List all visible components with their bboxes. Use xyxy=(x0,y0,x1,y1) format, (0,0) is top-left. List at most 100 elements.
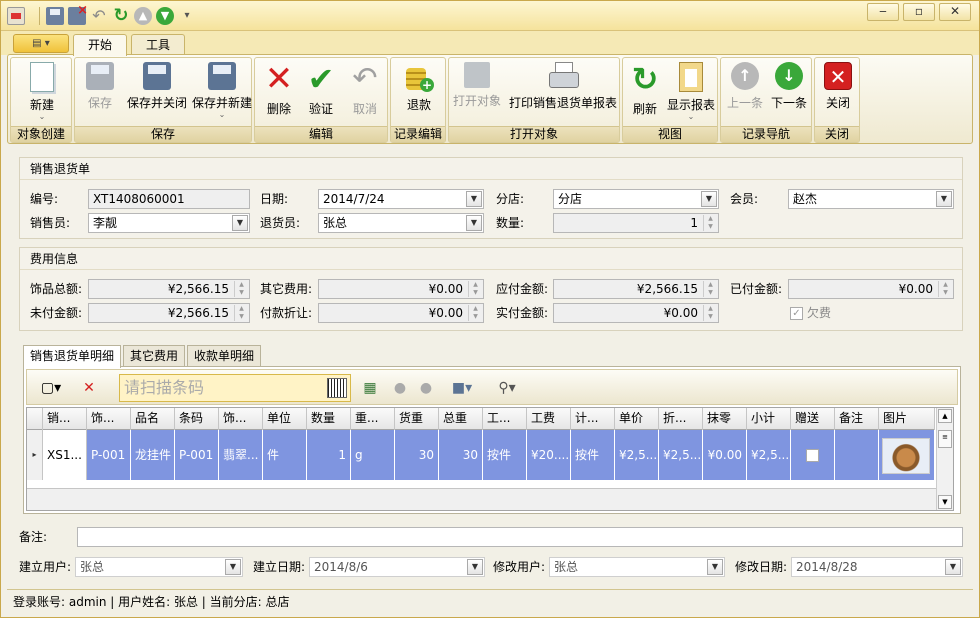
table-cell[interactable]: 1 xyxy=(307,430,351,480)
table-cell[interactable]: XS1... xyxy=(43,430,87,480)
chevron-down-icon[interactable]: ▼ xyxy=(936,191,952,207)
chevron-down-icon[interactable]: ▼ xyxy=(945,559,961,575)
tab-other-fees[interactable]: 其它费用 xyxy=(123,345,186,367)
next-record-button[interactable]: ↓ 下一条 xyxy=(769,62,809,111)
customize-dropdown-icon[interactable]: ▾ xyxy=(178,7,196,25)
qty-field[interactable]: 1 ▲ ▼ xyxy=(553,213,719,233)
refresh-button[interactable]: ↻ 刷新 xyxy=(627,62,663,117)
other-fee-field[interactable]: ¥0.00 ▲ ▼ xyxy=(318,279,484,299)
scroll-down-icon[interactable]: ▼ xyxy=(938,495,952,509)
spin-icon[interactable]: ▲ ▼ xyxy=(468,305,482,321)
spin-icon[interactable]: ▲ ▼ xyxy=(468,281,482,297)
unpaid-field[interactable]: ¥2,566.15 ▲ ▼ xyxy=(88,303,250,323)
table-cell[interactable]: 龙挂件 xyxy=(131,430,175,480)
save-close-icon[interactable] xyxy=(68,3,88,25)
open-object-button[interactable]: 打开对象 xyxy=(451,62,503,109)
payable-field[interactable]: ¥2,566.15 ▲ ▼ xyxy=(553,279,719,299)
scroll-thumb[interactable]: ≡ xyxy=(938,430,952,448)
delete-row-icon[interactable]: ✕ xyxy=(79,378,99,398)
close-button[interactable]: ✕ 关闭 xyxy=(819,62,857,111)
chevron-down-icon[interactable]: ▼ xyxy=(232,215,248,231)
chevron-down-icon[interactable]: ▼ xyxy=(701,191,717,207)
member-select[interactable]: 赵杰 ▼ xyxy=(788,189,954,209)
save-close-button[interactable]: 保存并关闭 xyxy=(125,62,189,111)
column-header[interactable]: 销... xyxy=(43,408,87,430)
column-header[interactable]: 备注 xyxy=(835,408,879,430)
returner-select[interactable]: 张总 ▼ xyxy=(318,213,484,233)
column-header[interactable]: 总重 xyxy=(439,408,483,430)
maximize-button[interactable]: ▫ xyxy=(903,3,935,21)
spin-icon[interactable]: ▲ ▼ xyxy=(938,281,952,297)
table-cell[interactable]: 件 xyxy=(263,430,307,480)
chevron-down-icon[interactable]: ▼ xyxy=(467,559,483,575)
up-arrow-icon[interactable]: ● xyxy=(391,378,409,398)
save-icon[interactable] xyxy=(46,7,64,25)
actual-field[interactable]: ¥0.00 ▲ ▼ xyxy=(553,303,719,323)
barcode-scan-input[interactable]: 请扫描条码 xyxy=(119,374,351,402)
spin-icon[interactable]: ▲ ▼ xyxy=(703,305,717,321)
spin-icon[interactable]: ▲ ▼ xyxy=(703,281,717,297)
down-arrow-icon[interactable]: ▼ xyxy=(156,7,174,25)
modifier-select[interactable]: 张总 ▼ xyxy=(549,557,725,577)
table-cell[interactable]: 按件 xyxy=(483,430,527,480)
verify-button[interactable]: ✔ 验证 xyxy=(301,62,341,117)
jewelry-total-field[interactable]: ¥2,566.15 ▲ ▼ xyxy=(88,279,250,299)
note-field[interactable] xyxy=(77,527,963,547)
date-field[interactable]: 2014/7/24 ▼ xyxy=(318,189,484,209)
table-cell[interactable]: P-001 xyxy=(87,430,131,480)
app-menu-button[interactable]: ▤ ▾ xyxy=(13,34,69,53)
column-header[interactable]: 重... xyxy=(351,408,395,430)
spin-icon[interactable]: ▲ ▼ xyxy=(703,215,717,231)
column-header[interactable]: 图片 xyxy=(879,408,935,430)
tab-tools[interactable]: 工具 xyxy=(131,34,186,56)
column-header[interactable]: 单位 xyxy=(263,408,307,430)
table-icon[interactable]: ▦ xyxy=(361,378,379,398)
new-button[interactable]: 新建 ⌄ xyxy=(15,62,69,121)
column-header[interactable]: 小计 xyxy=(747,408,791,430)
table-cell[interactable]: ¥2,5... xyxy=(747,430,791,480)
tab-return-detail[interactable]: 销售退货单明细 xyxy=(23,345,122,368)
barcode-icon[interactable] xyxy=(327,378,347,398)
table-row[interactable]: ▸ XS1... P-001 龙挂件 P-001 翡翠... 件 1 g 30 … xyxy=(27,430,935,480)
chevron-down-icon[interactable]: ▼ xyxy=(707,559,723,575)
prev-record-button[interactable]: ↑ 上一条 xyxy=(725,62,765,111)
picture-cell[interactable] xyxy=(879,430,935,480)
show-report-button[interactable]: 显示报表 ⌄ xyxy=(665,62,717,121)
save-new-button[interactable]: 保存并新建 ⌄ xyxy=(191,62,253,119)
cancel-button[interactable]: ↶ 取消 xyxy=(345,62,385,117)
paid-field[interactable]: ¥0.00 ▲ ▼ xyxy=(788,279,954,299)
column-header[interactable]: 数量 xyxy=(307,408,351,430)
modified-date-field[interactable]: 2014/8/28 ▼ xyxy=(791,557,963,577)
column-header[interactable]: 单价 xyxy=(615,408,659,430)
column-header[interactable]: 折... xyxy=(659,408,703,430)
chevron-down-icon[interactable]: ▼ xyxy=(225,559,241,575)
minimize-button[interactable]: ‒ xyxy=(867,3,899,21)
up-arrow-icon[interactable]: ▲ xyxy=(134,7,152,25)
table-cell[interactable]: g xyxy=(351,430,395,480)
new-row-button[interactable]: ▢▾ xyxy=(37,378,65,398)
creator-select[interactable]: 张总 ▼ xyxy=(75,557,243,577)
branch-select[interactable]: 分店 ▼ xyxy=(553,189,719,209)
column-header[interactable]: 工... xyxy=(483,408,527,430)
table-cell[interactable]: P-001 xyxy=(175,430,219,480)
table-cell[interactable]: 30 xyxy=(395,430,439,480)
save-dropdown-icon[interactable]: ■▾ xyxy=(447,378,477,398)
owe-checkbox[interactable]: ✓ xyxy=(790,307,803,320)
table-cell[interactable]: ¥0.00 xyxy=(703,430,747,480)
tab-start[interactable]: 开始 xyxy=(73,34,128,56)
column-header[interactable]: 抹零 xyxy=(703,408,747,430)
chevron-down-icon[interactable]: ▼ xyxy=(466,215,482,231)
column-header[interactable]: 计... xyxy=(571,408,615,430)
column-header[interactable]: 赠送 xyxy=(791,408,835,430)
column-header[interactable]: 工费 xyxy=(527,408,571,430)
app-icon[interactable] xyxy=(7,7,25,25)
chevron-down-icon[interactable]: ▼ xyxy=(466,191,482,207)
column-header[interactable]: 货重 xyxy=(395,408,439,430)
discount-field[interactable]: ¥0.00 ▲ ▼ xyxy=(318,303,484,323)
table-cell[interactable]: 按件 xyxy=(571,430,615,480)
column-header[interactable]: 条码 xyxy=(175,408,219,430)
save-button[interactable]: 保存 xyxy=(77,62,123,111)
search-icon[interactable]: ⚲▾ xyxy=(493,378,521,398)
gift-cell[interactable] xyxy=(791,430,835,480)
table-cell[interactable]: 30 xyxy=(439,430,483,480)
